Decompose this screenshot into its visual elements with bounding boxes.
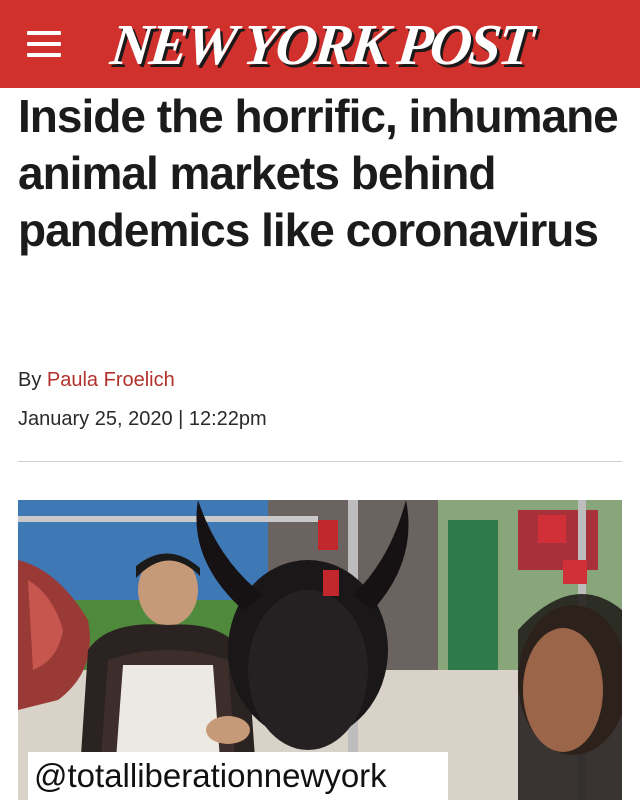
new-york-post-logo[interactable]: NEW YORK POST — [108, 12, 535, 77]
byline-prefix: By — [18, 369, 42, 391]
account-handle-watermark: @totalliberationnewyork — [28, 752, 448, 800]
article-headline: Inside the horrific, inhumane animal mar… — [18, 90, 619, 256]
author-link[interactable]: Paula Froelich — [47, 369, 175, 391]
article-byline: By Paula Froelich — [18, 369, 175, 392]
top-navigation-bar: NEW YORK POST — [0, 0, 640, 88]
divider — [18, 461, 622, 462]
hamburger-menu-icon[interactable] — [27, 31, 61, 57]
article-date: January 25, 2020 | 12:22pm — [18, 408, 267, 430]
